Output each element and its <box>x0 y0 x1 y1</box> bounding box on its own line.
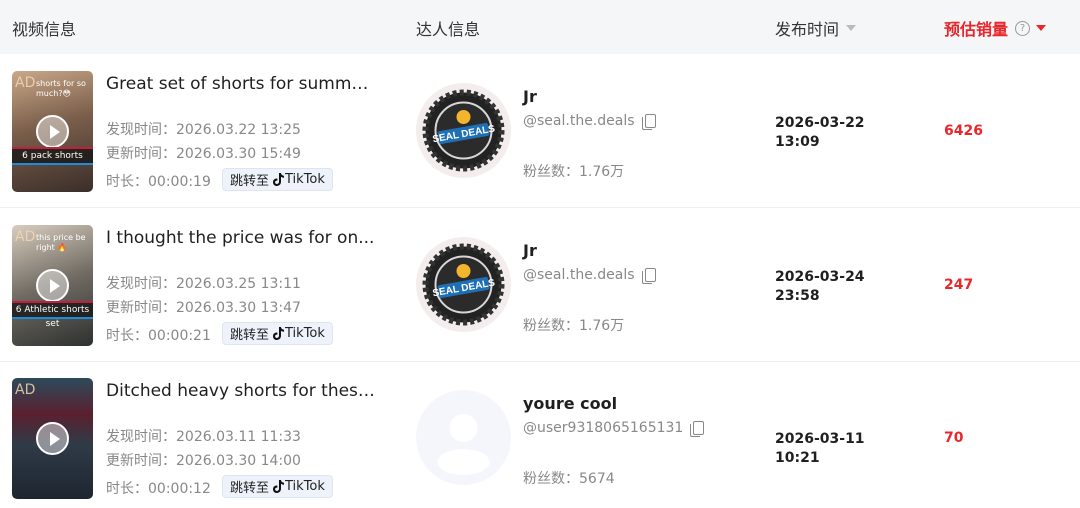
thumbnail-overlay-text: shorts for so much?😳 <box>36 79 86 98</box>
follower-count: 粉丝数：1.76万 <box>523 164 625 180</box>
table-header: 视频信息 达人信息 发布时间 预估销量 ? <box>0 0 1080 54</box>
table-row: AD Ditched heavy shorts for these... 发现时… <box>0 362 1080 508</box>
column-header-creator-info: 达人信息 <box>416 20 481 39</box>
jump-label: 跳转至 <box>230 481 270 496</box>
jump-label: 跳转至 <box>230 328 270 343</box>
jump-label: 跳转至 <box>230 174 270 189</box>
sort-down-icon[interactable] <box>1036 25 1047 31</box>
video-thumbnail[interactable]: AD shorts for so much?😳 6 pack shorts <box>12 71 93 192</box>
tiktok-icon <box>273 479 285 493</box>
video-title[interactable]: Great set of shorts for summer... <box>106 74 376 94</box>
publish-date: 2026-03-22 <box>775 115 865 131</box>
seal-the-deals-logo: SEAL DEALS <box>422 243 505 326</box>
publish-date: 2026-03-24 <box>775 269 865 285</box>
discovered-time: 发现时间：2026.03.11 11:33 <box>106 429 301 445</box>
thumbnail-caption: 6 pack shorts <box>12 147 93 165</box>
estimated-sales-value: 6426 <box>944 123 983 139</box>
updated-time: 更新时间：2026.03.30 15:49 <box>106 146 301 162</box>
follower-count: 粉丝数：1.76万 <box>523 318 625 334</box>
table-row: AD this price be right 🔥 6 Athletic shor… <box>0 209 1080 362</box>
updated-time: 更新时间：2026.03.30 14:00 <box>106 453 301 469</box>
video-duration: 时长：00:00:12 <box>106 481 211 497</box>
tiktok-icon <box>273 172 285 186</box>
publish-clock: 23:58 <box>775 288 820 304</box>
discovered-time: 发现时间：2026.03.25 13:11 <box>106 276 301 292</box>
avatar[interactable]: SEAL DEALS <box>416 83 511 178</box>
jump-to-tiktok-button[interactable]: 跳转至 TikTok <box>222 475 333 498</box>
estimated-sales-label: 预估销量 <box>944 20 1009 39</box>
video-title[interactable]: I thought the price was for on... <box>106 228 376 248</box>
handle-text: @user9318065165131 <box>523 420 684 436</box>
video-duration: 时长：00:00:21 <box>106 328 211 344</box>
copy-icon[interactable] <box>641 267 656 284</box>
estimated-sales-value: 70 <box>944 430 964 446</box>
video-duration: 时长：00:00:19 <box>106 174 211 190</box>
estimated-sales-value: 247 <box>944 277 974 293</box>
publish-clock: 13:09 <box>775 134 820 150</box>
creator-name[interactable]: Jr <box>523 87 537 106</box>
handle-text: @seal.the.deals <box>523 113 635 129</box>
publish-date: 2026-03-11 10:21 <box>775 431 865 466</box>
creator-handle: @user9318065165131 <box>523 420 705 437</box>
jump-to-tiktok-button[interactable]: 跳转至 TikTok <box>222 168 333 191</box>
play-icon[interactable] <box>36 422 69 455</box>
avatar[interactable] <box>416 390 511 485</box>
video-thumbnail[interactable]: AD this price be right 🔥 6 Athletic shor… <box>12 225 93 346</box>
sort-down-icon[interactable] <box>846 25 857 31</box>
tiktok-icon <box>273 326 285 340</box>
column-header-estimated-sales[interactable]: 预估销量 ? <box>944 16 1047 40</box>
publish-time-label: 发布时间 <box>775 20 840 39</box>
ad-badge: AD <box>15 382 36 398</box>
table-row: AD shorts for so much?😳 6 pack shorts Gr… <box>0 55 1080 208</box>
updated-time: 更新时间：2026.03.30 13:47 <box>106 300 301 316</box>
creator-name[interactable]: youre cool <box>523 394 617 413</box>
tiktok-label: TikTok <box>285 326 325 341</box>
tiktok-label: TikTok <box>285 172 325 187</box>
ad-badge: AD <box>15 229 36 245</box>
video-title[interactable]: Ditched heavy shorts for these... <box>106 381 376 401</box>
publish-time: 2026-03-11 10:21 <box>775 430 905 468</box>
column-header-publish-time[interactable]: 发布时间 <box>775 16 857 40</box>
copy-icon[interactable] <box>641 113 656 130</box>
jump-to-tiktok-button[interactable]: 跳转至 TikTok <box>222 322 333 345</box>
creator-name[interactable]: Jr <box>523 241 537 260</box>
handle-text: @seal.the.deals <box>523 267 635 283</box>
avatar[interactable]: SEAL DEALS <box>416 237 511 332</box>
column-header-video-info: 视频信息 <box>12 20 77 39</box>
video-thumbnail[interactable]: AD <box>12 378 93 499</box>
thumbnail-caption: 6 Athletic shorts set <box>12 301 93 329</box>
default-user-icon <box>437 414 490 475</box>
copy-icon[interactable] <box>690 420 705 437</box>
play-icon[interactable] <box>36 115 69 148</box>
creator-handle: @seal.the.deals <box>523 113 656 130</box>
play-icon[interactable] <box>36 269 69 302</box>
publish-time: 2026-03-24 23:58 <box>775 268 905 306</box>
help-icon[interactable]: ? <box>1015 20 1031 36</box>
tiktok-label: TikTok <box>285 479 325 494</box>
creator-handle: @seal.the.deals <box>523 267 656 284</box>
thumbnail-overlay-text: this price be right 🔥 <box>36 233 86 252</box>
discovered-time: 发现时间：2026.03.22 13:25 <box>106 122 301 138</box>
follower-count: 粉丝数：5674 <box>523 471 615 487</box>
ad-badge: AD <box>15 75 36 91</box>
publish-time: 2026-03-22 13:09 <box>775 114 905 152</box>
seal-the-deals-logo: SEAL DEALS <box>422 89 505 172</box>
